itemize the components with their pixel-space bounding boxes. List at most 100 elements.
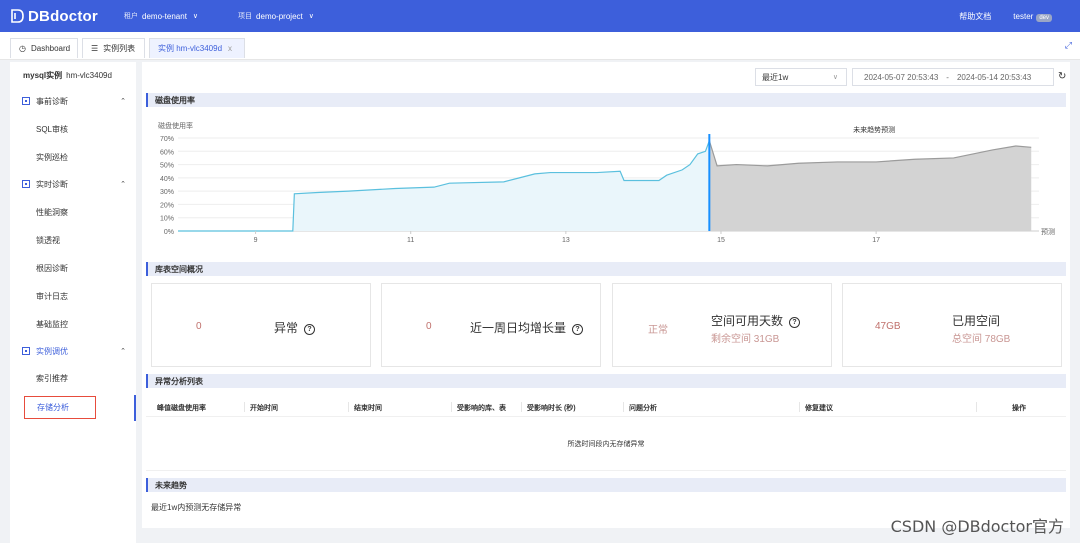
project-selector[interactable]: 项目 demo-project ∨ — [238, 11, 314, 21]
card-value: 47GB — [875, 321, 901, 332]
column-divider — [244, 402, 245, 412]
dashboard-icon: ◷ — [19, 44, 26, 53]
project-key: 项目 — [238, 13, 253, 20]
column-header: 结束时间 — [354, 405, 382, 412]
question-icon[interactable]: ? — [304, 324, 316, 335]
chart-x-end-label: 预测 — [1041, 227, 1055, 236]
instance-type: mysql实例 — [23, 71, 63, 80]
question-icon[interactable]: ? — [789, 317, 801, 328]
chart-y-tick-label: 40% — [160, 176, 174, 183]
sidebar-group-realtime[interactable]: 实时诊断 ⌃ — [10, 175, 136, 193]
column-divider — [348, 402, 349, 412]
tenant-selector[interactable]: 租户 demo-tenant ∨ — [124, 11, 198, 21]
app-name: DBdoctor — [28, 7, 98, 25]
tenant-key: 租户 — [124, 13, 138, 20]
chevron-down-icon: ∨ — [832, 74, 838, 81]
tab-instance-detail[interactable]: 实例 hm-vlc3409d x — [149, 38, 245, 58]
grid-icon — [22, 97, 30, 105]
sidebar-item-index-advice[interactable]: 索引推荐 — [36, 373, 68, 384]
section-anomaly-list: 异常分析列表 — [146, 374, 1066, 388]
refresh-icon[interactable]: ↻ — [1058, 71, 1066, 82]
sidebar-item-lock[interactable]: 锁透视 — [36, 235, 60, 246]
card-used-space: 47GB 已用空间 总空间 78GB — [842, 283, 1062, 367]
column-header: 受影响的库、表 — [457, 405, 506, 412]
column-header: 修复建议 — [805, 405, 833, 412]
chart-x-tick-label: 9 — [254, 237, 258, 244]
column-header: 峰值磁盘使用率 — [157, 405, 206, 412]
chart-y-tick-label: 50% — [160, 163, 174, 170]
card-label: 已用空间 — [952, 314, 1001, 328]
chart-y-tick-label: 70% — [160, 136, 174, 143]
card-sub-label: 总空间 78GB — [952, 334, 1011, 345]
tab-bar: ◷ Dashboard ☰ 实例列表 实例 hm-vlc3409d x — [0, 32, 1080, 60]
tab-instance-list[interactable]: ☰ 实例列表 — [82, 38, 145, 58]
tab-dashboard[interactable]: ◷ Dashboard — [10, 38, 78, 58]
sidebar-item-audit-log[interactable]: 审计日志 — [36, 291, 68, 302]
card-label-text: 近一周日均增长量 — [470, 321, 567, 335]
card-label: 异常? — [274, 319, 316, 336]
column-divider — [976, 402, 977, 412]
instance-id: hm-vlc3409d — [66, 71, 112, 80]
list-icon: ☰ — [91, 44, 99, 53]
end-date: 2024-05-14 20:53:43 — [956, 72, 1032, 82]
sidebar-item-storage-analysis[interactable]: 存储分析 — [24, 396, 96, 419]
sidebar-item-root-cause[interactable]: 根因诊断 — [36, 263, 68, 274]
time-range-select[interactable]: 最近1w ∨ — [755, 68, 847, 86]
section-overview: 库表空间概况 — [146, 262, 1066, 276]
card-anomaly: 0 异常? — [151, 283, 371, 367]
card-value: 0 — [426, 321, 432, 332]
fullscreen-icon[interactable]: ⤢ — [1065, 40, 1072, 51]
instance-title: mysql实例 hm-vlc3409d — [23, 70, 112, 81]
column-header: 操作 — [1012, 405, 1026, 412]
empty-table-message: 所选时间段内无存储异常 — [567, 441, 645, 448]
card-sub-label: 剩余空间 31GB — [711, 334, 780, 345]
column-header: 受影响时长 (秒) — [527, 405, 576, 412]
help-docs-link[interactable]: 帮助文档 — [959, 11, 991, 22]
chart-x-tick-label: 13 — [562, 237, 570, 244]
chart-y-tick-label: 60% — [160, 149, 174, 156]
tab-label: 实例 hm-vlc3409d — [158, 44, 223, 53]
column-divider — [451, 402, 452, 412]
tab-label: 实例列表 — [103, 44, 136, 53]
active-indicator — [134, 395, 136, 421]
card-value: 0 — [196, 321, 202, 332]
group-label: 实时诊断 — [36, 179, 68, 189]
dbdoctor-logo-icon — [11, 9, 24, 23]
column-divider — [521, 402, 522, 412]
table-header: 峰值磁盘使用率 开始时间 结束时间 受影响的库、表 受影响时长 (秒) 问题分析… — [146, 397, 1066, 417]
start-date: 2024-05-07 20:53:43 — [864, 72, 939, 82]
column-divider — [799, 402, 800, 412]
user-menu[interactable]: tester dev — [1013, 11, 1052, 22]
chart-y-axis-label: 磁盘使用率 — [158, 121, 193, 130]
date-range-picker[interactable]: 2024-05-07 20:53:43 - 2024-05-14 20:53:4… — [852, 68, 1054, 86]
sidebar-item-performance[interactable]: 性能洞察 — [36, 207, 68, 218]
chart-annotation: 未来趋势预测 — [853, 125, 895, 134]
username: tester — [1013, 11, 1034, 21]
card-label-text: 异常 — [274, 321, 299, 335]
sidebar-item-inspection[interactable]: 实例巡检 — [36, 152, 68, 163]
card-growth: 0 近一周日均增长量? — [381, 283, 601, 367]
sidebar: mysql实例 hm-vlc3409d 事前诊断 ⌃ SQL审核 实例巡检 实时诊… — [10, 62, 136, 543]
column-header: 开始时间 — [250, 405, 278, 412]
main-content: 最近1w ∨ 2024-05-07 20:53:43 - 2024-05-14 … — [142, 62, 1070, 528]
close-icon[interactable]: x — [228, 44, 232, 53]
sidebar-group-tuning[interactable]: 实例调优 ⌃ — [10, 342, 136, 360]
card-value: 正常 — [648, 325, 668, 336]
chart-x-tick-label: 11 — [407, 237, 414, 244]
section-disk-usage: 磁盘使用率 — [146, 93, 1066, 107]
chevron-down-icon: ∨ — [308, 13, 314, 20]
chevron-up-icon: ⌃ — [120, 98, 126, 105]
env-badge: dev — [1036, 13, 1052, 22]
group-label: 实例调优 — [36, 346, 68, 356]
app-logo[interactable]: DBdoctor — [10, 8, 110, 25]
date-separator: - — [946, 72, 949, 82]
sidebar-item-sql-audit[interactable]: SQL审核 — [36, 124, 68, 135]
question-icon[interactable]: ? — [572, 324, 584, 335]
tenant-value: demo-tenant — [142, 11, 187, 21]
table-divider — [146, 470, 1066, 471]
sidebar-item-monitor[interactable]: 基础监控 — [36, 319, 68, 330]
chevron-up-icon: ⌃ — [120, 348, 126, 355]
chart-y-tick-label: 30% — [160, 189, 174, 196]
sidebar-group-pre-diagnosis[interactable]: 事前诊断 ⌃ — [10, 92, 136, 110]
chevron-up-icon: ⌃ — [120, 181, 126, 188]
